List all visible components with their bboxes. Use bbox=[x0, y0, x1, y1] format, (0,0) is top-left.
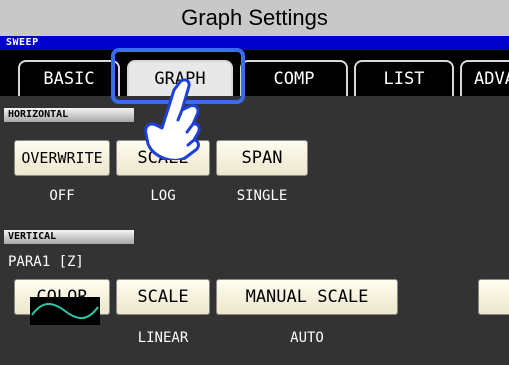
tab-list[interactable]: LIST bbox=[354, 60, 454, 96]
instrument-screen: SWEEP BASIC GRAPH COMP LIST ADVA HORIZON… bbox=[0, 36, 509, 365]
span-value: SINGLE bbox=[236, 188, 288, 204]
tab-basic[interactable]: BASIC bbox=[18, 60, 120, 96]
horizontal-section-label: HORIZONTAL bbox=[4, 108, 134, 122]
manual-scale-button[interactable]: MANUAL SCALE bbox=[216, 279, 398, 315]
sweep-label: SWEEP bbox=[6, 37, 39, 48]
manual-scale-value: AUTO bbox=[290, 330, 324, 346]
tab-comp[interactable]: COMP bbox=[240, 60, 348, 96]
vertical-section-label: VERTICAL bbox=[4, 230, 134, 244]
overwrite-button[interactable]: OVERWRITE bbox=[14, 140, 110, 176]
partial-offscreen-button[interactable] bbox=[478, 279, 509, 315]
window-title: Graph Settings bbox=[0, 0, 509, 36]
horizontal-scale-value: LOG bbox=[150, 188, 176, 204]
hand-pointer-icon bbox=[144, 78, 201, 160]
parameter-label: PARA1 [Z] bbox=[8, 254, 84, 270]
span-button[interactable]: SPAN bbox=[216, 140, 308, 176]
sweep-bar: SWEEP bbox=[0, 36, 509, 50]
tab-advanced[interactable]: ADVA bbox=[460, 60, 509, 96]
tab-bar: BASIC GRAPH COMP LIST ADVA bbox=[0, 50, 509, 98]
trace-color-sample bbox=[30, 297, 100, 325]
overwrite-value: OFF bbox=[49, 188, 75, 204]
vertical-scale-button[interactable]: SCALE bbox=[116, 279, 210, 315]
vertical-scale-value: LINEAR bbox=[137, 330, 189, 346]
wave-icon bbox=[31, 303, 99, 319]
